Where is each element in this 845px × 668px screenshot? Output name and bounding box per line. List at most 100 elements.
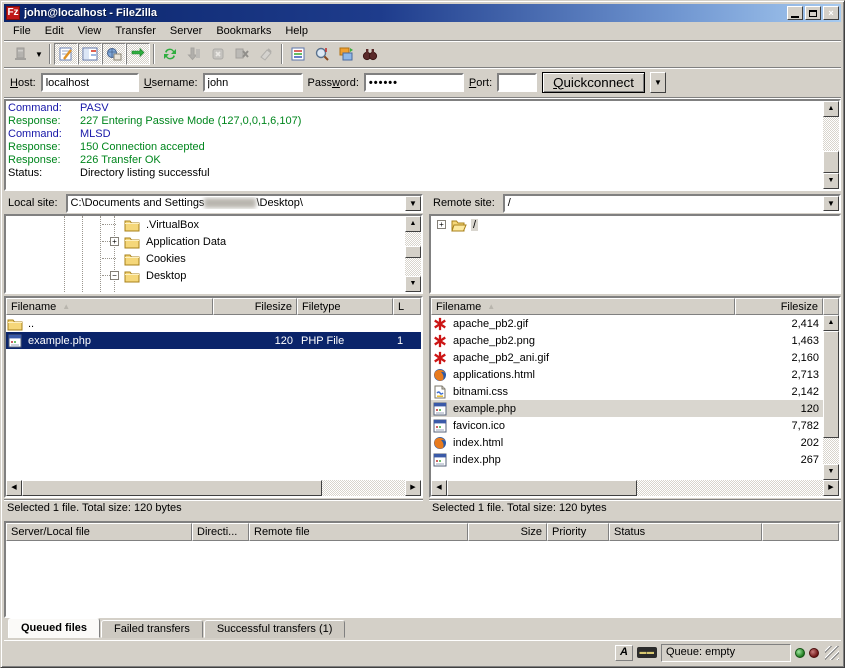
tree-item-virtualbox[interactable]: .VirtualBox [6, 216, 405, 233]
queue-header-direction[interactable]: Directi... [192, 523, 249, 541]
table-row[interactable]: index.php 267 [431, 451, 823, 468]
directory-comparison-button[interactable] [358, 43, 382, 65]
toggle-message-log-button[interactable] [54, 43, 78, 65]
local-header-filename[interactable]: Filename▲ [6, 298, 213, 315]
local-header-filesize[interactable]: Filesize [213, 298, 297, 315]
queue-header-server-local-file[interactable]: Server/Local file [6, 523, 192, 541]
toggle-remote-tree-button[interactable] [102, 43, 126, 65]
menu-view[interactable]: View [71, 23, 109, 40]
scroll-up-icon[interactable]: ▲ [405, 216, 421, 232]
host-input[interactable] [41, 73, 139, 92]
table-row[interactable]: favicon.ico 7,782 [431, 417, 823, 434]
log-scrollbar[interactable]: ▲ ▼ [823, 101, 839, 189]
toggle-queue-button[interactable] [126, 43, 150, 65]
scroll-up-icon[interactable]: ▲ [823, 101, 839, 117]
scroll-track[interactable] [405, 232, 421, 246]
tab-failed-transfers[interactable]: Failed transfers [101, 620, 203, 638]
menu-edit[interactable]: Edit [38, 23, 71, 40]
scroll-up-icon[interactable]: ▲ [823, 315, 839, 331]
local-path-combobox[interactable]: C:\Documents and Settings\Desktop\ ▼ [66, 194, 423, 213]
file-search-button[interactable] [310, 43, 334, 65]
tab-successful-transfers[interactable]: Successful transfers (1) [204, 620, 346, 638]
local-tree-scrollbar[interactable]: ▲ ▼ [405, 216, 421, 292]
title-bar[interactable]: Fz john@localhost - FileZilla × [4, 4, 841, 22]
process-queue-button[interactable] [182, 43, 206, 65]
transfer-type-ascii-icon[interactable]: A [615, 645, 633, 661]
speed-limit-icon[interactable]: ▬▬ [637, 647, 657, 658]
refresh-button[interactable] [158, 43, 182, 65]
local-list-hscrollbar[interactable]: ◀ ▶ [6, 480, 421, 496]
scroll-thumb[interactable] [447, 480, 637, 496]
scroll-track[interactable] [823, 438, 839, 464]
tree-item-cookies[interactable]: Cookies [6, 250, 405, 267]
synchronized-browsing-button[interactable] [334, 43, 358, 65]
scroll-thumb[interactable] [823, 331, 839, 438]
scroll-thumb[interactable] [823, 151, 839, 173]
scroll-thumb[interactable] [405, 246, 421, 258]
table-row[interactable]: apache_pb2.png 1,463 [431, 332, 823, 349]
close-button[interactable]: × [823, 6, 839, 20]
menu-server[interactable]: Server [163, 23, 209, 40]
quickconnect-button[interactable]: Quickconnect [542, 72, 645, 93]
scroll-right-icon[interactable]: ▶ [823, 480, 839, 496]
scroll-track[interactable] [405, 258, 421, 276]
scroll-track[interactable] [322, 480, 405, 496]
scroll-right-icon[interactable]: ▶ [405, 480, 421, 496]
remote-header-filename[interactable]: Filename▲ [431, 298, 735, 315]
scroll-thumb[interactable] [22, 480, 322, 496]
table-row[interactable]: apache_pb2.gif 2,414 [431, 315, 823, 332]
queue-header-size[interactable]: Size [468, 523, 547, 541]
minimize-button[interactable] [787, 6, 803, 20]
expand-plus-icon[interactable]: + [437, 220, 446, 229]
resize-grip[interactable] [825, 646, 839, 660]
password-input[interactable] [364, 73, 464, 92]
filter-button[interactable] [286, 43, 310, 65]
local-header-lastmodified[interactable]: L [393, 298, 421, 315]
table-row[interactable]: apache_pb2_ani.gif 2,160 [431, 349, 823, 366]
scroll-track[interactable] [823, 117, 839, 151]
chevron-down-icon[interactable]: ▼ [823, 196, 839, 211]
local-header-filetype[interactable]: Filetype [297, 298, 393, 315]
cancel-operation-button[interactable] [206, 43, 230, 65]
port-input[interactable] [497, 73, 537, 92]
quickconnect-dropdown[interactable]: ▼ [650, 72, 666, 93]
scroll-left-icon[interactable]: ◀ [431, 480, 447, 496]
site-manager-dropdown[interactable]: ▼ [32, 43, 46, 65]
table-row-selected[interactable]: example.php 120 [431, 400, 823, 417]
remote-list-hscrollbar[interactable]: ◀ ▶ [431, 480, 839, 496]
remote-header-filesize[interactable]: Filesize [735, 298, 823, 315]
chevron-down-icon[interactable]: ▼ [405, 196, 421, 211]
menu-bookmarks[interactable]: Bookmarks [209, 23, 278, 40]
scroll-down-icon[interactable]: ▼ [823, 173, 839, 189]
queue-header-status[interactable]: Status [609, 523, 762, 541]
maximize-button[interactable] [805, 6, 821, 20]
scroll-down-icon[interactable]: ▼ [823, 464, 839, 480]
table-row[interactable]: bitnami.css 2,142 [431, 383, 823, 400]
queue-header-priority[interactable]: Priority [547, 523, 609, 541]
remote-path-combobox[interactable]: / ▼ [503, 194, 841, 213]
scroll-track[interactable] [637, 480, 823, 496]
table-row-selected[interactable]: example.php 120 PHP File 1 [6, 332, 421, 349]
table-row[interactable]: applications.html 2,713 [431, 366, 823, 383]
tree-item-root[interactable]: + / [431, 216, 839, 233]
table-row[interactable]: index.html 202 [431, 434, 823, 451]
collapse-minus-icon[interactable]: − [110, 271, 119, 280]
menu-transfer[interactable]: Transfer [108, 23, 163, 40]
menu-file[interactable]: File [6, 23, 38, 40]
tree-item-application-data[interactable]: + Application Data [6, 233, 405, 250]
disconnect-button[interactable] [230, 43, 254, 65]
toggle-local-tree-button[interactable] [78, 43, 102, 65]
queue-header-remote-file[interactable]: Remote file [249, 523, 468, 541]
remote-list-scrollbar[interactable]: ▲ ▼ [823, 315, 839, 480]
queue-empty-area[interactable] [6, 541, 839, 616]
scroll-down-icon[interactable]: ▼ [405, 276, 421, 292]
tree-item-desktop[interactable]: − Desktop [6, 267, 405, 284]
tab-queued-files[interactable]: Queued files [8, 618, 100, 638]
username-input[interactable] [203, 73, 303, 92]
site-manager-button[interactable] [8, 43, 32, 65]
reconnect-button[interactable] [254, 43, 278, 65]
scroll-left-icon[interactable]: ◀ [6, 480, 22, 496]
expand-plus-icon[interactable]: + [110, 237, 119, 246]
table-row[interactable]: .. [6, 315, 421, 332]
menu-help[interactable]: Help [278, 23, 315, 40]
